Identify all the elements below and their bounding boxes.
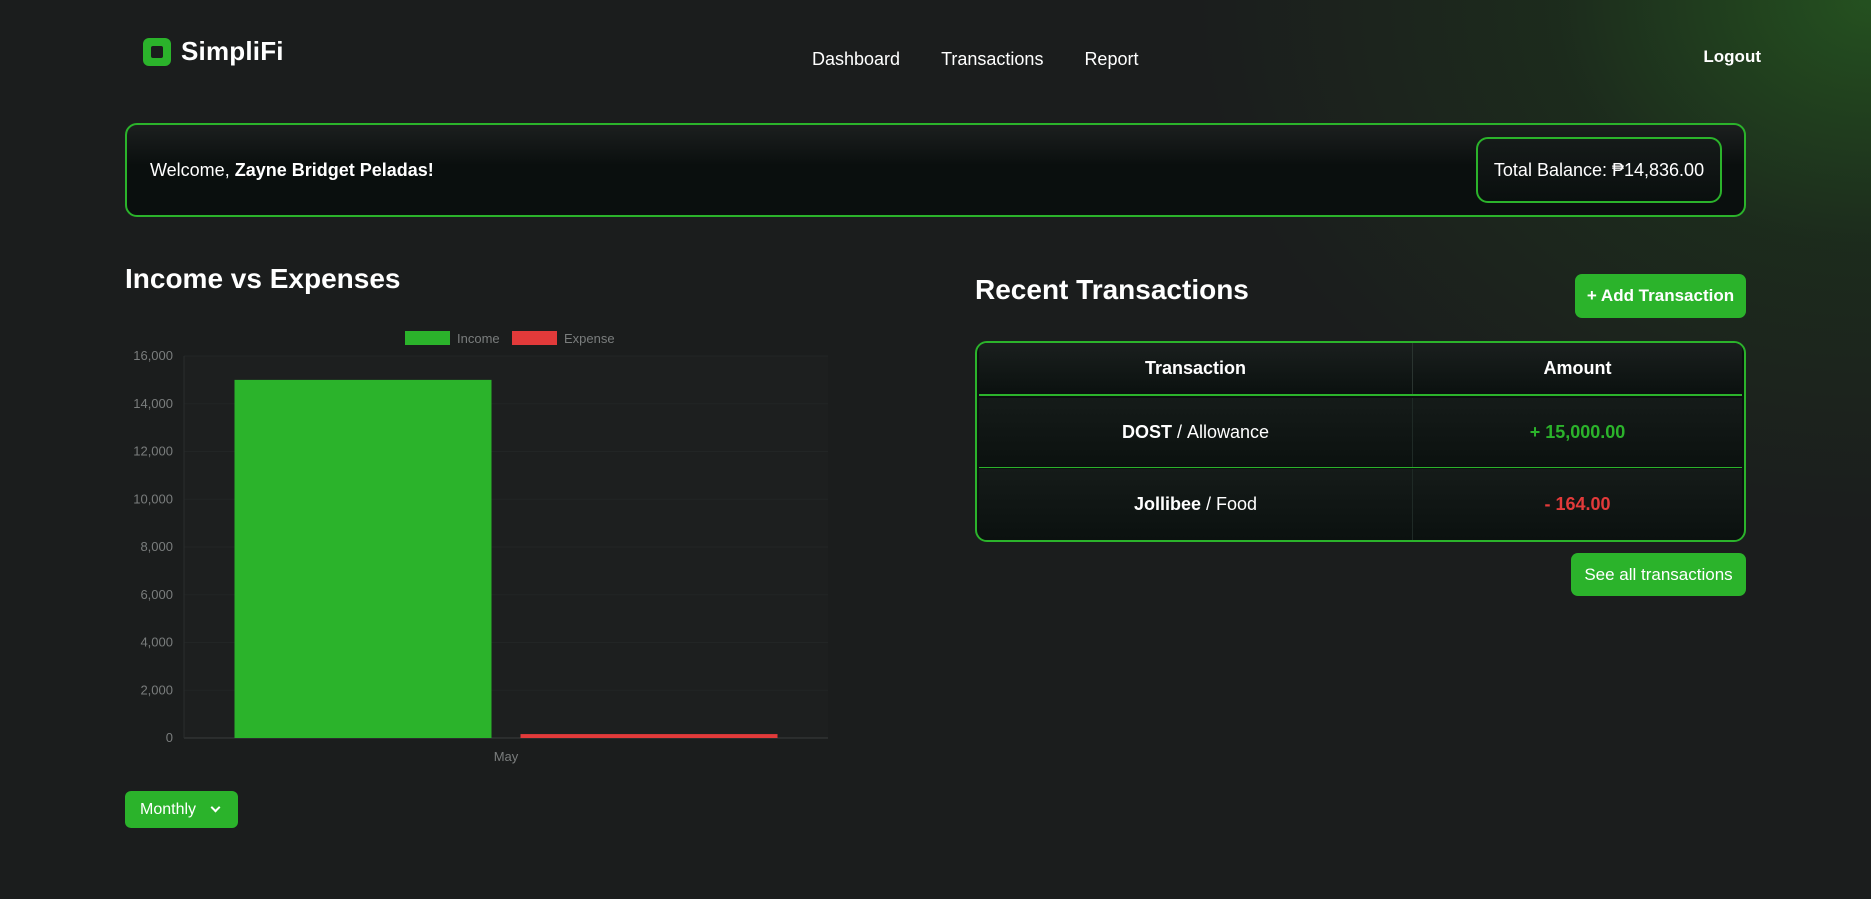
- y-tick-label: 6,000: [140, 587, 173, 602]
- amount-cell: - 164.00: [1544, 494, 1611, 514]
- main-nav: Dashboard Transactions Report: [812, 49, 1138, 70]
- nav-transactions[interactable]: Transactions: [941, 49, 1043, 70]
- recent-transactions-table: Transaction Amount DOST / Allowance + 15…: [975, 341, 1746, 542]
- y-tick-label: 4,000: [140, 635, 173, 650]
- table-row[interactable]: Jollibee / Food - 164.00: [979, 469, 1742, 540]
- amount-cell: + 15,000.00: [1529, 422, 1626, 442]
- transaction-category: Food: [1216, 494, 1258, 514]
- transaction-cell: DOST / Allowance: [979, 398, 1413, 467]
- y-tick-label: 2,000: [140, 682, 173, 697]
- table-row[interactable]: DOST / Allowance + 15,000.00: [979, 398, 1742, 468]
- total-balance-label: Total Balance: ₱14,836.00: [1493, 159, 1705, 180]
- user-name: Zayne Bridget Peladas!: [234, 160, 434, 180]
- chevron-down-icon: [210, 802, 221, 813]
- nav-dashboard[interactable]: Dashboard: [812, 49, 900, 70]
- y-tick-label: 0: [166, 730, 173, 745]
- brand-logo[interactable]: SimpliFi: [143, 36, 284, 67]
- y-tick-label: 14,000: [133, 396, 173, 411]
- transaction-cell: Jollibee / Food: [979, 469, 1413, 540]
- logo-icon: [143, 37, 171, 66]
- period-select-label: Monthly: [140, 800, 197, 818]
- welcome-card: Welcome, Zayne Bridget Peladas! Total Ba…: [125, 123, 1746, 217]
- income-expense-chart: 0 2,000 4,000 6,000 8,000 10,000 12,000 14,000 1…: [118, 322, 903, 772]
- period-select[interactable]: Monthly: [125, 791, 238, 828]
- legend-label-income: Income: [457, 331, 500, 346]
- recent-transactions-title: Recent Transactions: [975, 274, 1249, 305]
- welcome-message: Welcome, Zayne Bridget Peladas!: [150, 160, 434, 181]
- legend-swatch-expense: [512, 331, 557, 345]
- table-header: Transaction Amount: [979, 343, 1742, 396]
- legend-label-expense: Expense: [564, 331, 615, 346]
- legend-swatch-income: [405, 331, 450, 345]
- transaction-name: Jollibee: [1133, 494, 1201, 514]
- total-balance: Total Balance: ₱14,836.00: [1476, 137, 1722, 203]
- bar-expense: [520, 734, 778, 738]
- header-transaction: Transaction: [979, 343, 1413, 394]
- nav-report[interactable]: Report: [1084, 49, 1138, 70]
- transaction-name: DOST: [1121, 422, 1172, 442]
- chart-title: Income vs Expenses: [125, 263, 401, 294]
- add-transaction-button[interactable]: + Add Transaction: [1575, 274, 1746, 318]
- brand-name: SimpliFi: [181, 36, 284, 66]
- logout-button[interactable]: Logout: [1703, 47, 1761, 67]
- bar-income: [234, 379, 492, 738]
- y-tick-label: 12,000: [133, 444, 173, 459]
- transaction-category: Allowance: [1186, 422, 1270, 442]
- y-tick-label: 16,000: [133, 348, 173, 363]
- separator: /: [1200, 494, 1216, 514]
- header-amount: Amount: [1543, 358, 1612, 378]
- x-tick-label: May: [494, 749, 519, 764]
- welcome-greeting: Welcome,: [150, 160, 235, 180]
- see-all-transactions-button[interactable]: See all transactions: [1571, 553, 1746, 596]
- separator: /: [1171, 422, 1187, 442]
- y-tick-label: 10,000: [133, 491, 173, 506]
- y-tick-label: 8,000: [140, 539, 173, 554]
